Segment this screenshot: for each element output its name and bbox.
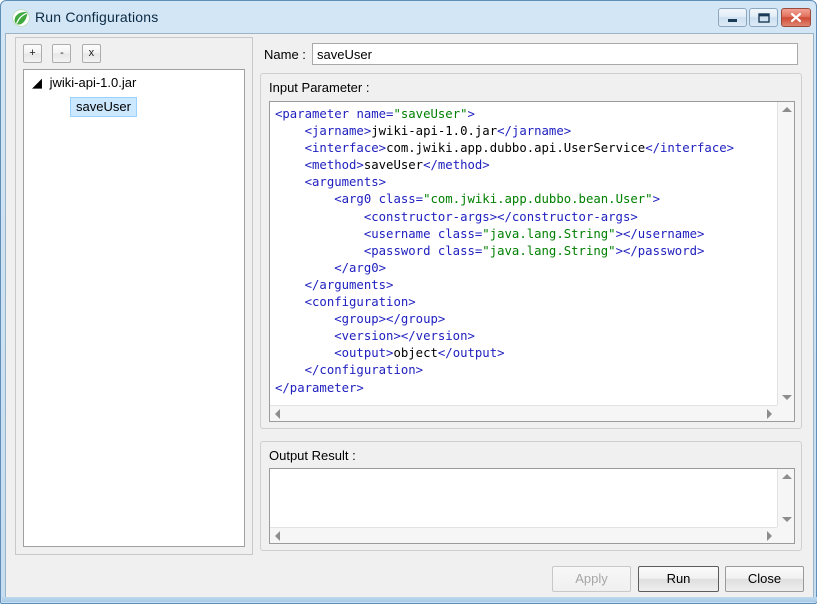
delete-configuration-button[interactable]: x [81,44,101,63]
code-token: </method> [423,158,490,173]
code-token: ></username> [615,226,705,241]
output-result-editor[interactable] [269,468,795,544]
input-parameter-group: Input Parameter : <parameter name="saveU… [260,73,802,429]
tree-toolbar: + - x [23,44,107,63]
code-token: <configuration> [275,295,416,310]
code-token: "java.lang.String" [482,243,616,258]
scroll-right-icon[interactable] [767,409,772,419]
scroll-up-icon[interactable] [782,474,792,479]
minimize-button[interactable] [718,8,747,27]
output-result-group: Output Result : [260,441,802,551]
scroll-up-icon[interactable] [782,107,792,112]
tree-node-jar[interactable]: ◢ jwiki-api-1.0.jar [24,70,244,95]
input-parameter-vertical-scrollbar[interactable] [777,102,794,405]
code-token: </arg0> [275,260,387,275]
code-token: "com.jwiki.app.dubbo.bean.User" [423,192,653,207]
remove-configuration-button[interactable]: - [52,44,72,63]
code-token: <parameter [275,107,357,121]
run-button[interactable]: Run [638,566,719,592]
scroll-left-icon[interactable] [275,531,280,541]
name-label: Name : [264,47,306,62]
code-token: > [467,107,475,121]
code-token: <constructor-args></constructor-args> [275,209,638,224]
chevron-expanded-icon[interactable]: ◢ [32,74,46,91]
tree-node-saveuser[interactable]: saveUser [70,97,244,118]
code-token: </arguments> [275,277,394,292]
code-token: <arguments> [275,175,387,190]
output-result-horizontal-scrollbar[interactable] [270,527,777,543]
code-token: class= [437,226,483,241]
window-title: Run Configurations [35,9,159,25]
code-token: name= [356,107,394,121]
title-bar: Run Configurations [2,2,817,33]
code-token: ></password> [615,243,705,258]
tree-node-saveuser-label: saveUser [70,97,137,117]
configurations-tree[interactable]: ◢ jwiki-api-1.0.jar saveUser [23,69,245,547]
add-configuration-button[interactable]: + [23,44,42,63]
code-token: class= [378,192,424,207]
code-token: <username [275,226,438,241]
code-token: saveUser [363,158,424,173]
code-token: <version></version> [275,329,475,344]
code-token: <arg0 [275,192,379,207]
code-token: <group></group> [275,312,446,327]
input-parameter-code[interactable]: <parameter name="saveUser"> <jarname>jwi… [270,102,777,405]
code-token: <output> [275,346,394,361]
input-parameter-horizontal-scrollbar[interactable] [270,405,777,421]
output-result-vertical-scrollbar[interactable] [777,469,794,527]
scroll-down-icon[interactable] [782,395,792,400]
tree-node-jar-label: jwiki-api-1.0.jar [49,75,137,90]
code-token: </output> [437,346,505,361]
code-token: </parameter> [275,380,364,395]
output-result-label: Output Result : [269,448,356,463]
code-token: > [652,192,660,207]
close-button[interactable] [781,8,811,27]
code-token: </configuration> [275,363,424,378]
output-result-text[interactable] [270,469,777,527]
code-token: <method> [275,158,364,173]
scrollbar-corner [777,527,794,543]
code-token: "java.lang.String" [482,226,616,241]
scrollbar-corner [777,405,794,421]
status-bar [2,597,817,602]
configurations-panel: + - x ◢ jwiki-api-1.0.jar saveUser [15,37,253,555]
code-token: "saveUser" [393,107,468,121]
code-token: object [393,346,438,361]
scroll-left-icon[interactable] [275,409,280,419]
input-parameter-label: Input Parameter : [269,80,370,95]
code-token: <jarname> [275,124,372,139]
run-configurations-window: Run Configurations + - x ◢ jwiki-api-1.0… [0,0,817,604]
code-token: com.jwiki.app.dubbo.api.UserService [386,141,646,156]
close-dialog-button[interactable]: Close [725,566,804,592]
code-token: jwiki-api-1.0.jar [371,124,498,139]
input-parameter-editor[interactable]: <parameter name="saveUser"> <jarname>jwi… [269,101,795,422]
apply-button[interactable]: Apply [552,566,631,592]
scroll-down-icon[interactable] [782,517,792,522]
scroll-right-icon[interactable] [767,531,772,541]
maximize-button[interactable] [749,8,778,27]
code-token: </interface> [645,141,735,156]
name-input[interactable] [312,43,798,65]
code-token: </jarname> [497,124,572,139]
code-token: class= [437,243,483,258]
code-token: <password [275,243,438,258]
green-leaf-icon [12,9,30,27]
code-token: <interface> [275,141,387,156]
